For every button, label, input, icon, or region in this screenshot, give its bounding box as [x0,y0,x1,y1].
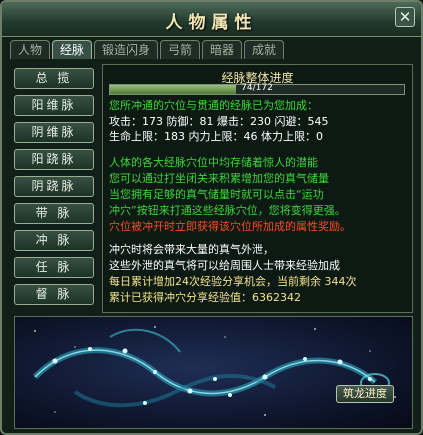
window-title: 人物属性 [165,13,258,33]
tab-hidden-weapon[interactable]: 暗器 [202,40,242,59]
sidebar-item-yangwei[interactable]: 阳维脉 [14,95,94,116]
close-button[interactable]: ✕ [395,7,415,27]
progress-text: 74/172 [241,83,273,93]
bonus-stats-line1: 攻击：173 防御：81 爆击：230 闪避：545 [109,115,329,128]
bonus-heading: 您所冲通的穴位与贯通的经脉已为您加成： [109,99,318,112]
sidebar-item-ren[interactable]: 任 脉 [14,257,94,278]
sidebar-item-chong[interactable]: 冲 脉 [14,230,94,251]
info-line1: 人体的各大经脉穴位中均存储着惊人的潜能 [109,156,318,169]
dragon-image [32,326,396,416]
exp-line1: 冲穴时将会带来大量的真气外泄， [109,243,274,256]
info-line3: 当您拥有足够的真气储量时就可以点击“运功 [109,188,324,201]
sidebar-item-overview[interactable]: 总 揽 [14,68,94,89]
meridian-info-panel: 经脉整体进度 74/172 您所冲通的穴位与贯通的经脉已为您加成： 攻击：173… [102,64,413,313]
sidebar-item-yinqiao[interactable]: 阴跷脉 [14,176,94,197]
sidebar-item-yangqiao[interactable]: 阳跷脉 [14,149,94,170]
sidebar-item-du[interactable]: 督 脉 [14,284,94,305]
character-attributes-window: 人物属性 ✕ 人物 经脉 锻造闪身 弓箭 暗器 成就 总 揽 阳维脉 阴维脉 阳… [0,0,423,435]
dragon-progress-button[interactable]: 筑龙进度 [336,385,394,403]
info-line5: 穴位被冲开时立即获得该穴位所加成的属性奖励。 [109,220,351,233]
title-bar[interactable]: 人物属性 ✕ [2,2,421,37]
tab-forging[interactable]: 锻造闪身 [94,40,158,59]
exp-line2: 这些外泄的真气将可以给周围人士带来经验加成 [109,259,340,272]
exp-line3: 每日累计增加24次经验分享机会，当前剩余 344次 [109,275,357,288]
tab-achievements[interactable]: 成就 [244,40,284,59]
bonus-stats-line2: 生命上限：183 内力上限：46 体力上限：0 [109,130,323,143]
tab-bow[interactable]: 弓箭 [160,40,200,59]
dragon-meridian-artwork [14,316,413,429]
exp-line4: 累计已获得冲穴分享经验值：6362342 [109,291,301,304]
info-line2: 您可以通过打坐闭关来积累增加您的真气储量 [109,172,329,185]
tab-character[interactable]: 人物 [10,40,50,59]
info-line4: 冲穴”按钮来打通这些经脉穴位，您将变得更强。 [109,204,346,217]
meridian-progress-bar: 74/172 [109,83,405,95]
sidebar-item-dai[interactable]: 带 脉 [14,203,94,224]
tab-meridians[interactable]: 经脉 [52,40,92,59]
sidebar-item-yinwei[interactable]: 阴维脉 [14,122,94,143]
